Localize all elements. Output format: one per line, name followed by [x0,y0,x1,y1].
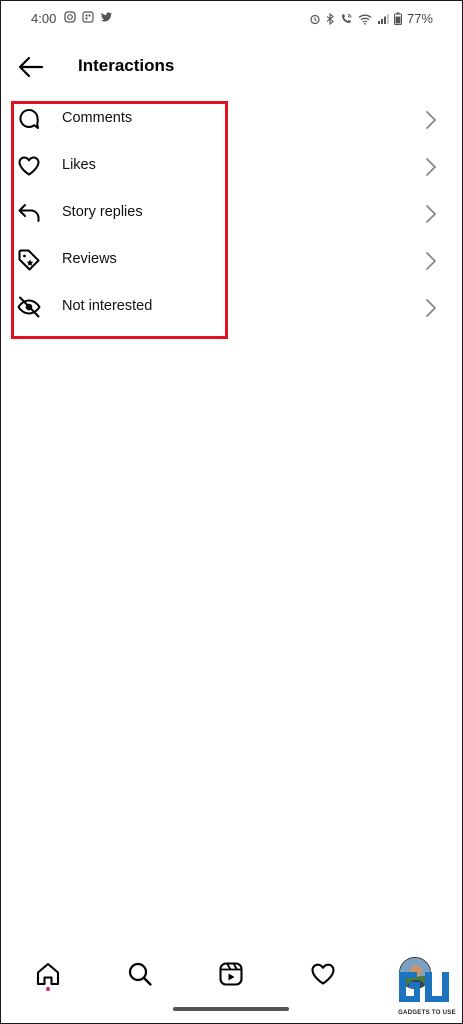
home-icon [36,962,60,986]
bluetooth-icon [326,12,334,25]
search-icon [128,962,152,986]
status-bar: 4:00 77% [0,0,463,38]
highlight-box [11,101,228,339]
wifi-call-icon [341,13,352,23]
wifi-icon [358,14,372,25]
header: Interactions [0,44,463,88]
status-time: 4:00 [31,11,57,26]
chevron-right-icon [426,111,437,129]
twitter-icon [101,12,112,22]
arrow-left-icon [18,56,44,78]
watermark-logo: GADGETS TO USE [395,966,459,1020]
status-left-icons [64,11,113,23]
nav-home-button[interactable] [34,960,62,988]
battery-icon [393,12,402,25]
chevron-right-icon [426,252,437,270]
chevron-right-icon [426,205,437,223]
nav-search-button[interactable] [126,960,154,988]
back-button[interactable] [16,52,46,82]
home-indicator[interactable] [173,1007,289,1011]
reels-icon [219,962,243,986]
gadgets-to-use-logo [399,972,449,1002]
nav-activity-button[interactable] [309,960,337,988]
alarm-icon [310,14,320,24]
bottom-nav [0,950,463,996]
page-title: Interactions [78,56,175,75]
chevron-right-icon [426,299,437,317]
nav-reels-button[interactable] [217,960,245,988]
status-right-icons: 77% [309,11,433,26]
instagram-icon [64,11,76,23]
heart-icon [311,963,335,985]
chevron-right-icon [426,158,437,176]
watermark-text: GADGETS TO USE [398,1010,456,1016]
grid-icon [82,11,94,23]
signal-icon [377,13,389,24]
battery-percent: 77% [406,11,433,26]
notification-dot [46,987,50,991]
